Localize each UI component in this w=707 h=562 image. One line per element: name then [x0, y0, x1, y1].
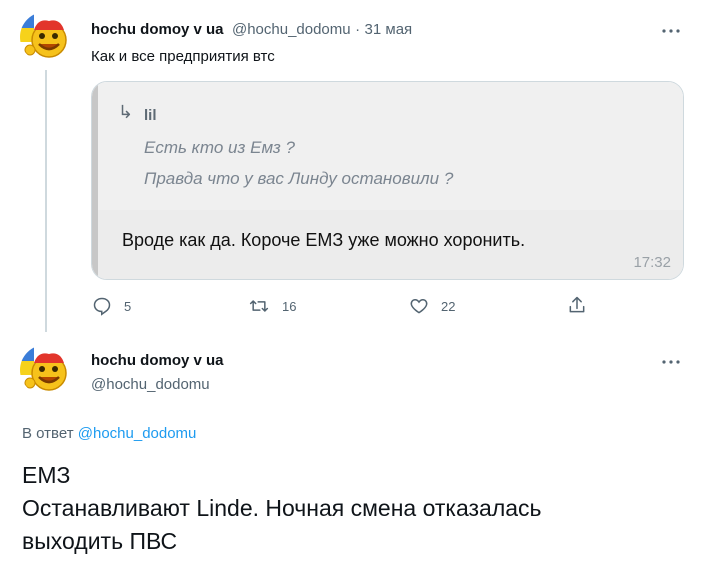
quote-author: lil: [144, 107, 157, 124]
thread-line: [45, 70, 47, 332]
tweet-date[interactable]: 31 мая: [365, 21, 413, 38]
tweet-media[interactable]: ↳ lil Есть кто из Емз ? Правда что у вас…: [91, 81, 684, 280]
quote-line-2: Правда что у вас Линду остановили ?: [144, 169, 454, 188]
more-icon[interactable]: [656, 21, 686, 41]
reply-count: 5: [124, 298, 132, 314]
reply-context: В ответ @hochu_dodomu: [22, 425, 196, 442]
chat-screenshot: ↳ lil Есть кто из Емз ? Правда что у вас…: [98, 82, 683, 279]
author-handle[interactable]: @hochu_dodomu: [91, 376, 210, 393]
tweet-text-line-1: ЕМЗ: [22, 462, 71, 488]
avatar[interactable]: [20, 345, 70, 395]
tweet-text-line-3: выходить ПВС: [22, 528, 178, 554]
tweet-text: Как и все предприятия втс: [91, 48, 275, 65]
separator: ·: [355, 21, 361, 38]
message-text: Вроде как да. Короче ЕМЗ уже можно хорон…: [122, 230, 526, 250]
message-bubble: Вроде как да. Короче ЕМЗ уже можно хорон…: [98, 210, 683, 279]
reply-prefix: В ответ: [22, 425, 74, 442]
avatar[interactable]: [20, 12, 70, 62]
share-button[interactable]: [567, 295, 587, 315]
reply-handle-link[interactable]: @hochu_dodomu: [78, 425, 197, 442]
reply-arrow-icon: ↳: [118, 102, 134, 122]
author-name[interactable]: hochu domoy v ua: [91, 352, 224, 369]
smiley-avatar-icon: [20, 12, 70, 62]
more-icon[interactable]: [656, 352, 686, 372]
heart-icon: [410, 298, 428, 314]
like-count: 22: [441, 298, 456, 314]
retweet-count: 16: [282, 298, 297, 314]
reply-button[interactable]: 5: [92, 296, 131, 316]
author-name[interactable]: hochu domoy v ua: [91, 21, 224, 38]
share-icon: [569, 296, 585, 313]
quote-line-1: Есть кто из Емз ?: [144, 138, 295, 157]
tweet-text-line-2: Останавливают Linde. Ночная смена отказа…: [22, 495, 542, 521]
retweet-icon: [249, 300, 269, 312]
tweet-header: hochu domoy v ua @hochu_dodomu · 31 мая: [91, 21, 412, 39]
message-time: 17:32: [633, 254, 671, 271]
like-button[interactable]: 22: [409, 296, 455, 316]
retweet-button[interactable]: 16: [248, 296, 296, 316]
author-handle[interactable]: @hochu_dodomu: [232, 21, 351, 38]
reply-icon: [93, 297, 111, 316]
smiley-avatar-icon: [20, 345, 70, 395]
